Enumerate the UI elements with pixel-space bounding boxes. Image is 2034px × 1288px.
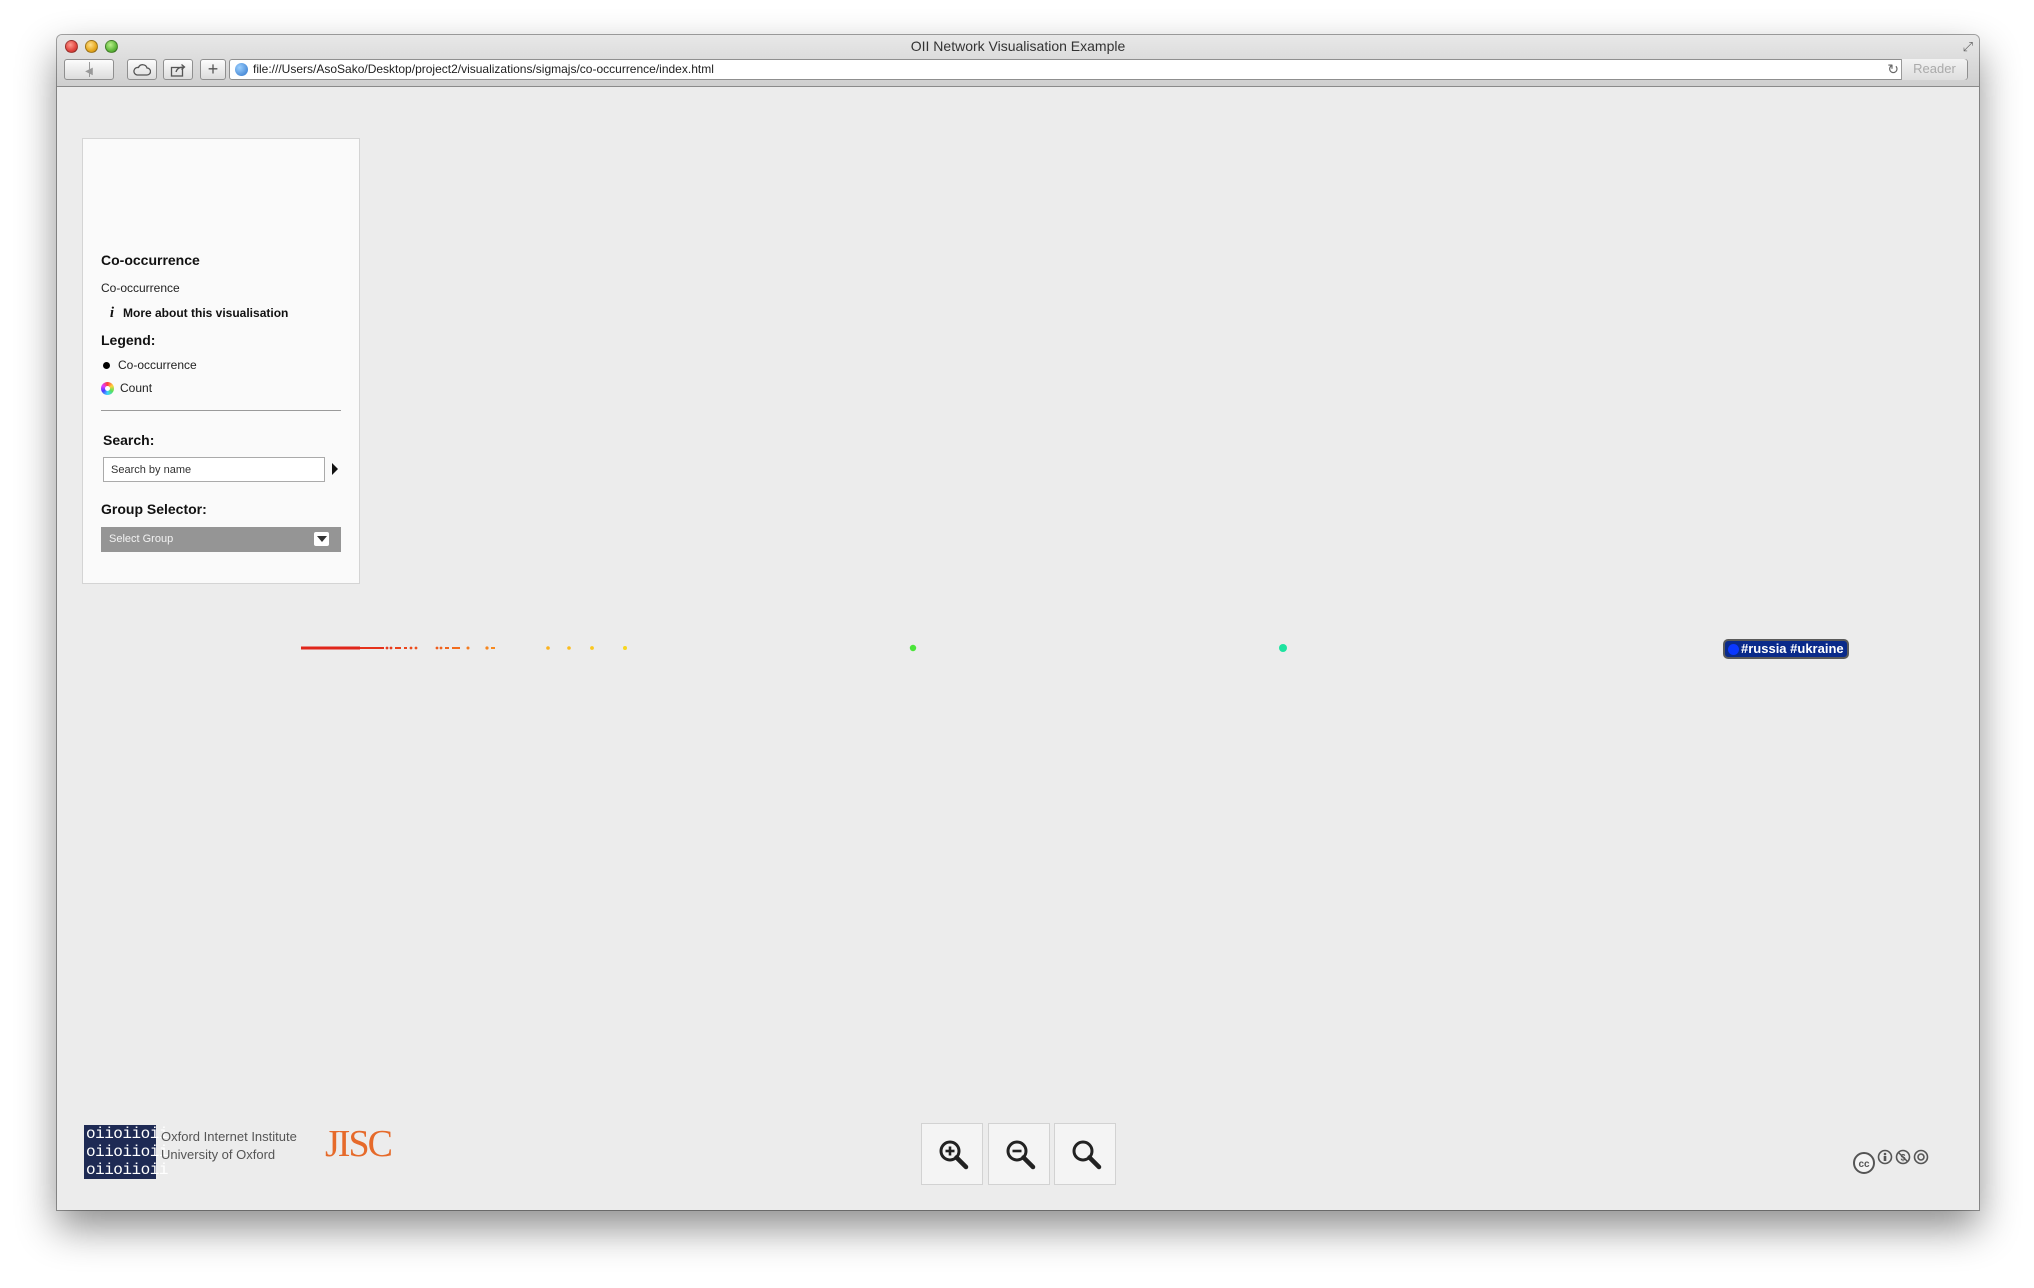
chevron-down-icon — [314, 532, 329, 546]
more-info-link[interactable]: i More about this visualisation — [101, 305, 288, 322]
institute-line-1: Oxford Internet Institute — [161, 1129, 297, 1144]
legend-item-co-occurrence: Co-occurrence — [101, 358, 197, 372]
globe-icon — [235, 63, 248, 76]
legend-item-count: Count — [101, 381, 153, 396]
legend-label: Count — [120, 381, 153, 395]
fullscreen-icon[interactable]: ⤢ — [1963, 39, 1973, 55]
zoom-in-button[interactable] — [921, 1123, 983, 1185]
group-selector-title: Group Selector: — [101, 501, 207, 517]
reader-button[interactable]: Reader — [1901, 59, 1967, 80]
group-selector-dropdown[interactable]: Select Group — [101, 527, 341, 552]
panel-title: Co-occurrence — [101, 252, 200, 268]
url-text[interactable]: file:///Users/AsoSako/Desktop/project2/v… — [253, 62, 714, 76]
zoom-in-icon — [939, 1140, 969, 1170]
page-content: #russia #ukraine Co-occurrence Co-occurr… — [57, 88, 1979, 1210]
zoom-reset-button[interactable] — [1054, 1123, 1116, 1185]
zoom-out-icon — [1006, 1140, 1036, 1170]
black-dot-icon — [103, 361, 110, 369]
highlighted-node-label[interactable]: #russia #ukraine — [1723, 639, 1849, 659]
info-panel: Co-occurrence Co-occurrence i More about … — [82, 138, 360, 584]
panel-subtitle: Co-occurrence — [101, 281, 180, 295]
color-wheel-icon — [101, 382, 114, 396]
group-selector-value: Select Group — [109, 533, 174, 545]
browser-window: OII Network Visualisation Example ⤢ ◀ ▶ … — [57, 35, 1979, 1210]
back-forward-buttons: ◀ ▶ — [64, 59, 114, 98]
panel-divider — [101, 410, 341, 411]
creative-commons-license-icon[interactable]: cc $ — [1852, 1146, 1938, 1176]
search-input[interactable] — [103, 457, 325, 482]
search-title: Search: — [103, 432, 155, 448]
address-bar[interactable]: file:///Users/AsoSako/Desktop/project2/v… — [229, 59, 1968, 80]
icloud-tabs-button[interactable] — [127, 59, 157, 80]
reload-icon[interactable]: ↻ — [1887, 61, 1899, 78]
window-title: OII Network Visualisation Example — [910, 38, 1126, 54]
legend-label: Co-occurrence — [118, 358, 197, 372]
zoom-out-button[interactable] — [988, 1123, 1050, 1185]
node-blue[interactable] — [1728, 644, 1739, 655]
search-submit-arrow-icon[interactable] — [332, 463, 338, 475]
legend-title: Legend: — [101, 332, 156, 348]
share-button[interactable] — [163, 59, 193, 80]
node-green[interactable] — [909, 644, 917, 652]
node-label-text: #russia #ukraine — [1741, 641, 1844, 656]
new-tab-button[interactable]: + — [200, 59, 226, 80]
node-cluster-red[interactable] — [301, 646, 418, 650]
institute-line-2: University of Oxford — [161, 1147, 276, 1162]
node-teal[interactable] — [1279, 644, 1287, 652]
svg-text:cc: cc — [1858, 1159, 1870, 1170]
cloud-icon — [133, 64, 152, 76]
oii-logo: oiioiioii oiioiioii oiioiioii — [84, 1125, 168, 1179]
magnifier-icon — [1072, 1140, 1102, 1170]
share-icon — [170, 64, 186, 77]
node-cluster-orange[interactable] — [435, 646, 495, 650]
node-cluster-yellow[interactable] — [546, 646, 627, 650]
oii-name: Oxford Internet Institute University of … — [161, 1128, 297, 1164]
more-info-label: More about this visualisation — [123, 306, 289, 320]
jisc-logo: JISC — [325, 1123, 393, 1165]
title-bar: OII Network Visualisation Example ⤢ ◀ ▶ … — [57, 35, 1979, 98]
info-icon: i — [109, 305, 115, 321]
